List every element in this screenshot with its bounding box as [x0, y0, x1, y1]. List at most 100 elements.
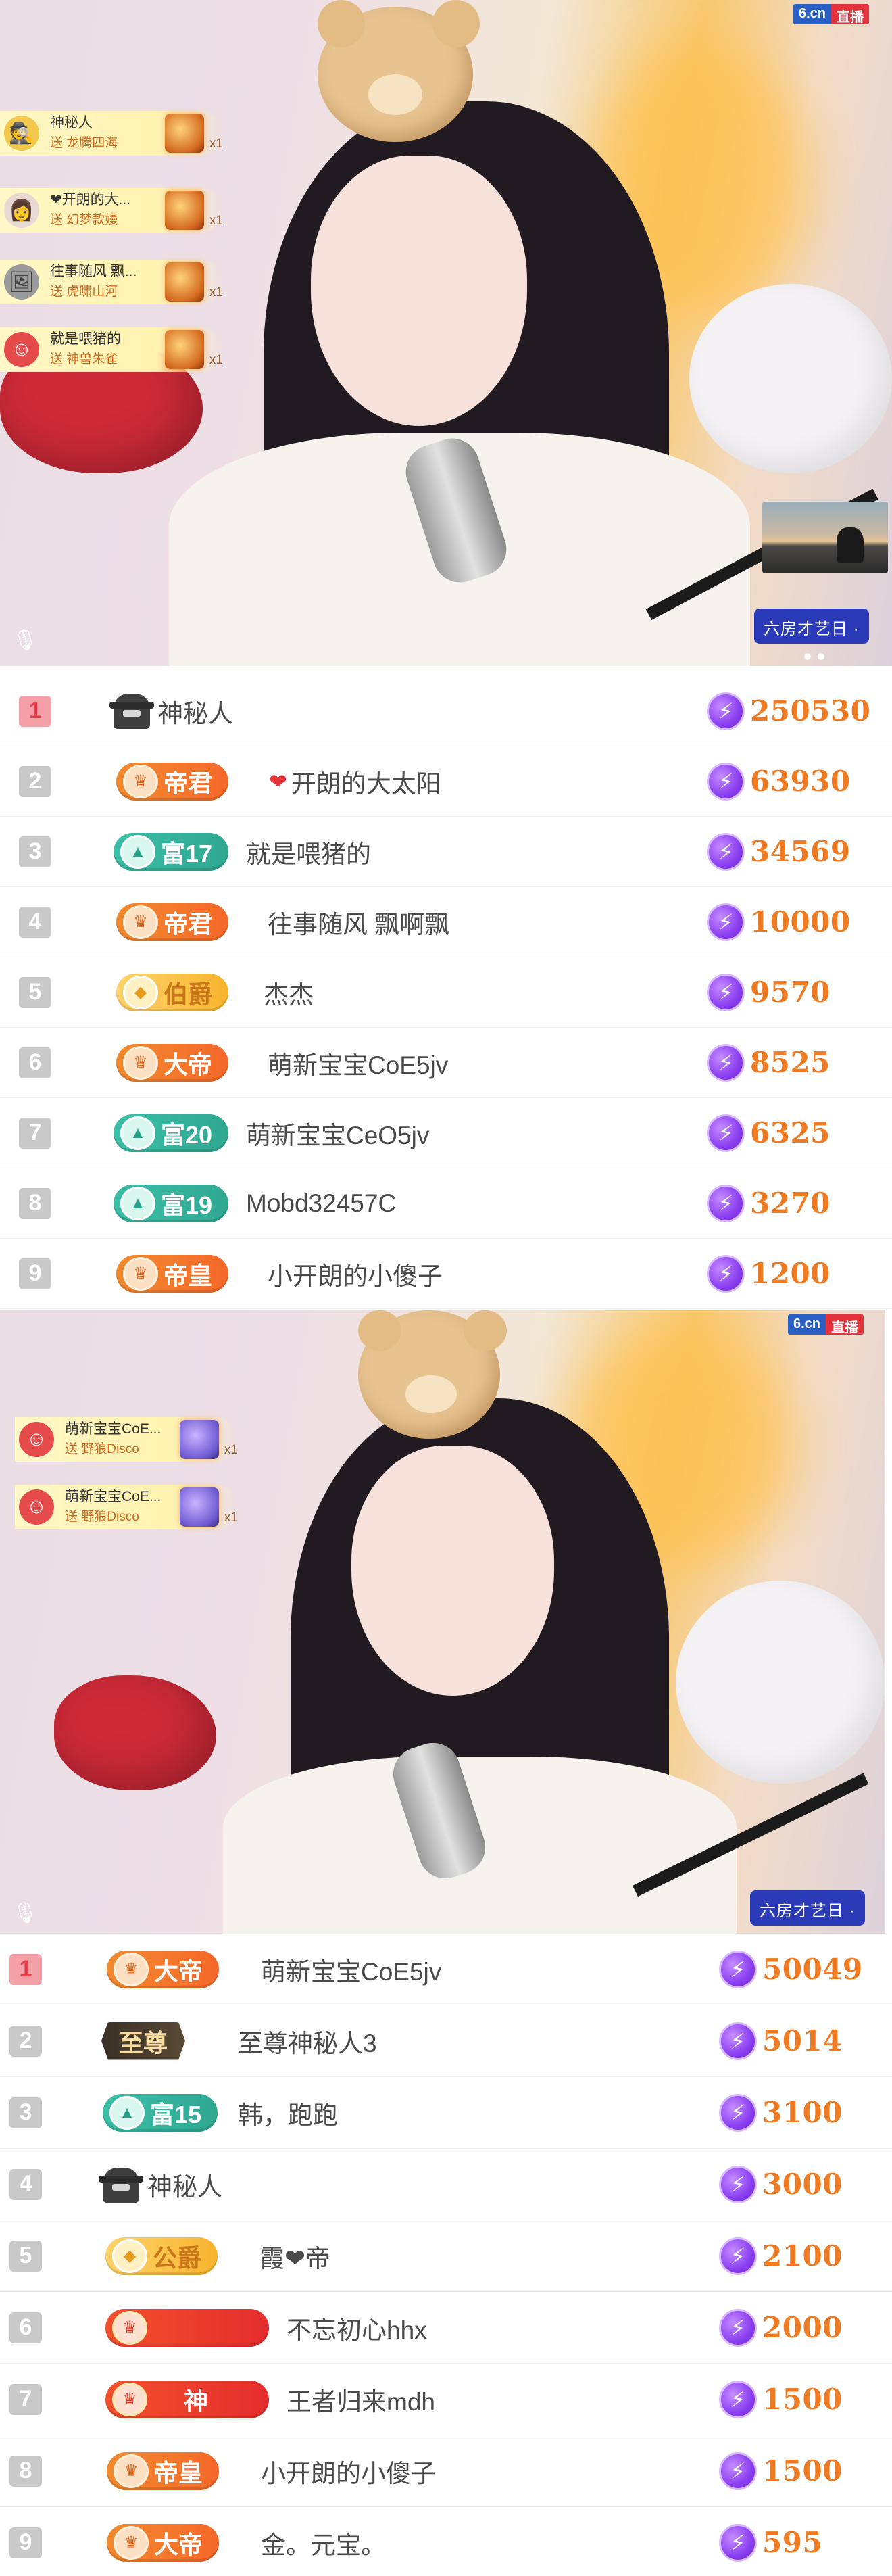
rank-row[interactable]: 5 ◆ 公爵 霞❤帝 ⚡ 2100 [0, 2220, 892, 2292]
lightning-icon: ⚡ [719, 2308, 757, 2347]
rank-number: 6 [9, 2312, 42, 2343]
user-name[interactable]: 萌新宝宝CoE5jv [268, 1045, 448, 1081]
default-avatar-icon: ☺ [19, 1489, 54, 1525]
live-text: 直播 [826, 1314, 864, 1335]
badge-label: 公爵 [153, 2243, 202, 2272]
rank-row[interactable]: 4 ♛ 帝君 往事随风 飘啊飘 ⚡ 10000 [0, 887, 892, 957]
room-event-tag[interactable]: 六房才艺日 · [754, 609, 869, 644]
triangle-icon: ▲ [120, 1186, 155, 1220]
contribution-score: ⚡ 6325 [707, 1114, 831, 1152]
user-name[interactable]: Mobd32457C [246, 1189, 396, 1218]
user-name[interactable]: 萌新宝宝CeO5jv [246, 1115, 429, 1151]
gift-notice: ☺ 萌新宝宝CoE... 送 野狼Disco x1 [15, 1485, 238, 1529]
rank-number: 1 [9, 1953, 42, 1985]
mic-icon[interactable]: 🎙 [12, 1901, 38, 1925]
user-name-group[interactable]: ❤ 开朗的大太阳 [269, 763, 441, 800]
badge-emblem-icon: ♛ [112, 2310, 147, 2345]
gift-sender: 萌新宝宝CoE... [65, 1489, 162, 1504]
level-badge: ♛ 帝君 [116, 762, 229, 801]
user-name[interactable]: 王者归来mdh [287, 2381, 435, 2418]
badge-label: 至尊 [119, 2028, 168, 2057]
rank-row[interactable]: 3 ▲ 富15 韩，跑跑 ⚡ 3100 [0, 2077, 892, 2149]
user-name[interactable]: 韩，跑跑 [238, 2095, 338, 2131]
badge-label: 富17 [161, 839, 213, 867]
score-value: 3270 [750, 1187, 831, 1220]
rank-row[interactable]: 2 ♛ 帝君 ❤ 开朗的大太阳 ⚡ 63930 [0, 746, 892, 817]
bear-snout [368, 74, 422, 115]
score-value: 1500 [762, 2383, 843, 2416]
room-event-tag[interactable]: 六房才艺日 · [750, 1890, 865, 1926]
contribution-score: ⚡ 1500 [719, 2452, 843, 2490]
rank-row[interactable]: 4 神秘人 ⚡ 3000 [0, 2149, 892, 2220]
contribution-score: ⚡ 2100 [719, 2237, 843, 2275]
user-name[interactable]: 小开朗的小傻子 [268, 1256, 443, 1292]
site-logo: 6.cn 直播 [788, 1314, 864, 1335]
brand-text: 6.cn [788, 1314, 826, 1335]
rank-row[interactable]: 2 至尊 至尊神秘人3 ⚡ 5014 [0, 2005, 892, 2077]
score-value: 1500 [762, 2454, 843, 2487]
user-name[interactable]: 小开朗的小傻子 [261, 2453, 436, 2489]
rank-row[interactable]: 8 ♛ 帝皇 小开朗的小傻子 ⚡ 1500 [0, 2435, 892, 2507]
user-name[interactable]: 神秘人 [158, 693, 233, 730]
rank-number: 3 [9, 2097, 42, 2128]
user-name[interactable]: 不忘初心hhx [287, 2310, 427, 2346]
lightning-icon: ⚡ [707, 1043, 745, 1082]
badge-label: 富20 [161, 1120, 213, 1149]
bear-snout [405, 1375, 457, 1413]
user-name[interactable]: 金。元宝。 [261, 2525, 386, 2561]
wealth-badge: ▲ 富20 [114, 1114, 229, 1152]
user-name[interactable]: 神秘人 [147, 2166, 222, 2203]
pip-video[interactable] [762, 502, 888, 573]
rank-row[interactable]: 9 ♛ 大帝 金。元宝。 ⚡ 595 [0, 2507, 892, 2576]
badge-label: 大帝 [154, 2530, 203, 2558]
noble-badge: ◆ 公爵 [105, 2237, 218, 2275]
site-logo: 6.cn 直播 [793, 4, 870, 24]
live-video-1[interactable]: 6.cn 直播 🕵 神秘人 送 龙腾四海 x1 👩 ❤开朗的大... 送 幻梦款… [0, 0, 892, 666]
contribution-score: ⚡ 34569 [707, 832, 851, 871]
rank-row[interactable]: 3 ▲ 富17 就是喂猪的 ⚡ 34569 [0, 817, 892, 887]
contribution-score: ⚡ 9570 [707, 973, 831, 1011]
plush-toy [689, 284, 892, 473]
rank-row[interactable]: 7 ♛ 神 王者归来mdh ⚡ 1500 [0, 2364, 892, 2435]
badge-label: 伯爵 [164, 980, 213, 1008]
contribution-score: ⚡ 1500 [719, 2380, 843, 2418]
gift-icon [164, 191, 204, 230]
live-video-2[interactable]: 6.cn 直播 ☺ 萌新宝宝CoE... 送 野狼Disco x1 ☺ 萌新宝宝… [0, 1310, 885, 1934]
rank-row[interactable]: 1 ♛ 大帝 萌新宝宝CoE5jv ⚡ 50049 [0, 1934, 892, 2005]
rank-row[interactable]: 9 ♛ 帝皇 小开朗的小傻子 ⚡ 1200 [0, 1239, 892, 1309]
rank-row[interactable]: 7 ▲ 富20 萌新宝宝CeO5jv ⚡ 6325 [0, 1098, 892, 1168]
gift-sender: 就是喂猪的 [50, 331, 121, 347]
user-name[interactable]: 至尊神秘人3 [238, 2023, 377, 2059]
ranking-list-1: 1 神秘人 ⚡ 250530 2 ♛ 帝君 ❤ 开朗的大太阳 ⚡ 63930 3… [0, 676, 892, 1309]
gift-icon [179, 1487, 219, 1527]
score-value: 5014 [762, 2024, 843, 2057]
score-value: 2100 [762, 2239, 843, 2272]
user-name[interactable]: 就是喂猪的 [246, 834, 371, 870]
user-name[interactable]: 霞❤帝 [259, 2238, 330, 2274]
rank-row[interactable]: 5 ◆ 伯爵 杰杰 ⚡ 9570 [0, 957, 892, 1028]
carousel-dots [804, 653, 824, 660]
diamond-icon: ◆ [112, 2239, 147, 2273]
contribution-score: ⚡ 3100 [719, 2093, 843, 2132]
gift-sender: 神秘人 [50, 115, 93, 130]
brand-text: 6.cn [793, 4, 832, 24]
mic-icon[interactable]: 🎙 [12, 629, 38, 652]
rank-row[interactable]: 8 ▲ 富19 Mobd32457C ⚡ 3270 [0, 1168, 892, 1239]
user-name[interactable]: 往事随风 飘啊飘 [268, 904, 449, 940]
badge-emblem-icon: ♛ [112, 2382, 147, 2416]
rank-row[interactable]: 6 ♛ 大帝 萌新宝宝CoE5jv ⚡ 8525 [0, 1028, 892, 1098]
lightning-icon: ⚡ [707, 973, 745, 1011]
user-avatar-icon: 🖼 [4, 264, 39, 300]
rank-number: 7 [19, 1117, 51, 1149]
user-name[interactable]: 杰杰 [264, 974, 314, 1011]
default-avatar-icon: ☺ [4, 332, 39, 367]
rank-row[interactable]: 6 ♛ 不忘初心hhx ⚡ 2000 [0, 2292, 892, 2364]
badge-label: 大帝 [164, 1050, 213, 1078]
gift-name: 送 野狼Disco [65, 1442, 139, 1456]
badge-label: 大帝 [154, 1957, 203, 1985]
gift-name: 送 虎啸山河 [50, 285, 118, 299]
rank-row[interactable]: 1 神秘人 ⚡ 250530 [0, 676, 892, 746]
contribution-score: ⚡ 250530 [707, 692, 870, 730]
user-name[interactable]: 萌新宝宝CoE5jv [261, 1951, 441, 1988]
lightning-icon: ⚡ [707, 762, 745, 801]
